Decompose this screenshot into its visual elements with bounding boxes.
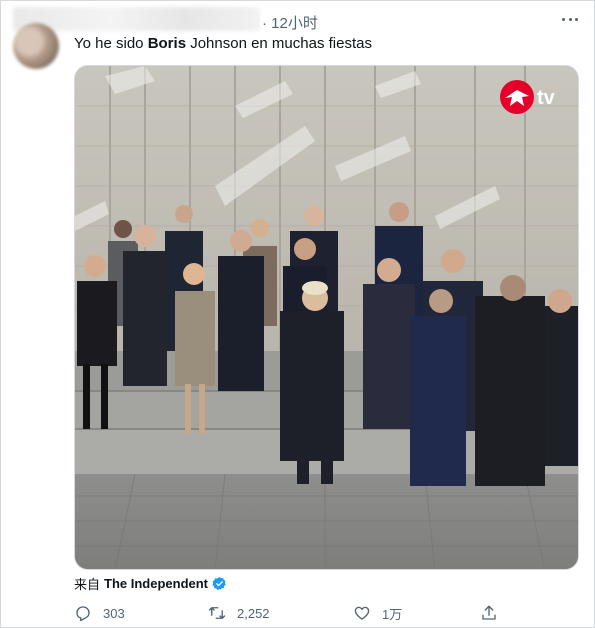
tweet-timestamp[interactable]: · 12小时 xyxy=(262,12,318,33)
more-horizontal-icon[interactable] xyxy=(562,11,578,27)
source-account-link[interactable]: The Independent xyxy=(104,576,208,591)
tweet-text-bold: Boris xyxy=(147,35,187,52)
heart-icon[interactable] xyxy=(353,604,371,622)
tweet-card[interactable]: · 12小时 Yo he sido Boris Johnson en mucha… xyxy=(0,0,595,628)
tweet-video[interactable]: tv xyxy=(74,65,579,570)
tweet-text-part: Johnson en muchas fiestas xyxy=(186,35,372,52)
tweet-text-part: Yo he sido xyxy=(74,35,148,52)
logo-text: tv xyxy=(537,87,556,109)
verified-badge-icon xyxy=(212,576,226,591)
reply-icon[interactable] xyxy=(74,604,92,622)
tweet-source: 来自 The Independent xyxy=(74,574,227,593)
source-prefix: 来自 xyxy=(74,577,101,592)
video-frame: tv xyxy=(75,66,578,569)
like-action[interactable]: 1万 xyxy=(353,601,402,625)
reply-action[interactable]: 303 xyxy=(74,601,125,625)
retweet-action[interactable]: 2,252 xyxy=(208,601,270,625)
avatar[interactable] xyxy=(13,23,59,69)
tweet-text: Yo he sido Boris Johnson en muchas fiest… xyxy=(74,35,372,52)
retweet-icon[interactable] xyxy=(208,604,226,622)
reply-count: 303 xyxy=(103,605,125,621)
like-count: 1万 xyxy=(382,606,403,622)
tweet-actions: 303 2,252 1万 xyxy=(74,601,504,625)
retweet-count: 2,252 xyxy=(237,605,270,621)
share-action[interactable] xyxy=(480,601,498,625)
share-icon[interactable] xyxy=(480,604,498,622)
